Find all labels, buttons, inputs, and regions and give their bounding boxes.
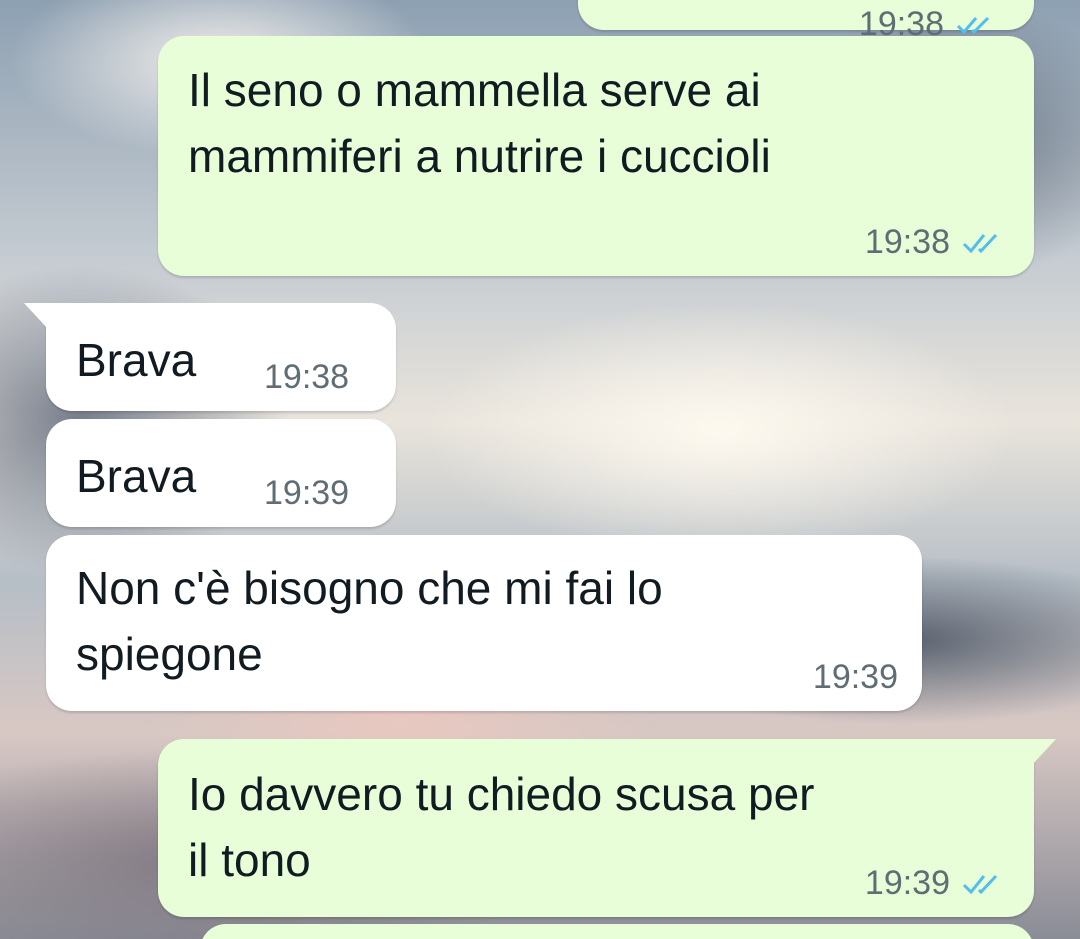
message-bubble-outgoing[interactable]: Io davvero tu chiedo scusa per il tono 1… bbox=[158, 739, 1056, 917]
message-meta: 19:39 bbox=[865, 864, 1002, 903]
message-meta: 19:38 bbox=[264, 358, 349, 397]
message-bubble-outgoing[interactable] bbox=[200, 924, 1034, 939]
message-text: Brava bbox=[76, 450, 197, 502]
message-bubble-outgoing[interactable]: Il seno o mammella serve ai mammiferi a … bbox=[158, 36, 1034, 276]
bubble-tail bbox=[24, 303, 48, 329]
double-check-read-icon bbox=[962, 231, 1002, 255]
bubble-tail bbox=[1032, 739, 1056, 765]
message-text: Io davvero tu chiedo scusa per il tono bbox=[188, 768, 815, 886]
message-meta: 19:39 bbox=[264, 474, 349, 513]
message-bubble-incoming[interactable]: Non c'è bisogno che mi fai lo spiegone 1… bbox=[46, 535, 922, 711]
message-bubble-outgoing[interactable]: 19:38 bbox=[578, 0, 1034, 43]
message-meta: 19:39 bbox=[813, 658, 898, 697]
message-timestamp: 19:39 bbox=[264, 474, 350, 512]
message-text: Non c'è bisogno che mi fai lo spiegone bbox=[76, 562, 663, 680]
double-check-read-icon bbox=[956, 14, 994, 36]
message-timestamp: 19:38 bbox=[864, 223, 950, 261]
message-text: Brava bbox=[76, 334, 197, 386]
message-timestamp: 19:39 bbox=[812, 658, 898, 696]
message-timestamp: 19:39 bbox=[864, 864, 950, 902]
message-timestamp: 19:38 bbox=[264, 358, 350, 396]
message-bubble-incoming[interactable]: Brava 19:39 bbox=[46, 419, 396, 527]
chat-message-list[interactable]: 19:38 Il seno o mammella serve ai mammif… bbox=[0, 0, 1080, 939]
message-text: Il seno o mammella serve ai mammiferi a … bbox=[188, 64, 771, 182]
message-bubble-incoming[interactable]: Brava 19:38 bbox=[24, 303, 396, 411]
message-meta: 19:38 bbox=[865, 223, 1002, 262]
double-check-read-icon bbox=[962, 872, 1002, 896]
